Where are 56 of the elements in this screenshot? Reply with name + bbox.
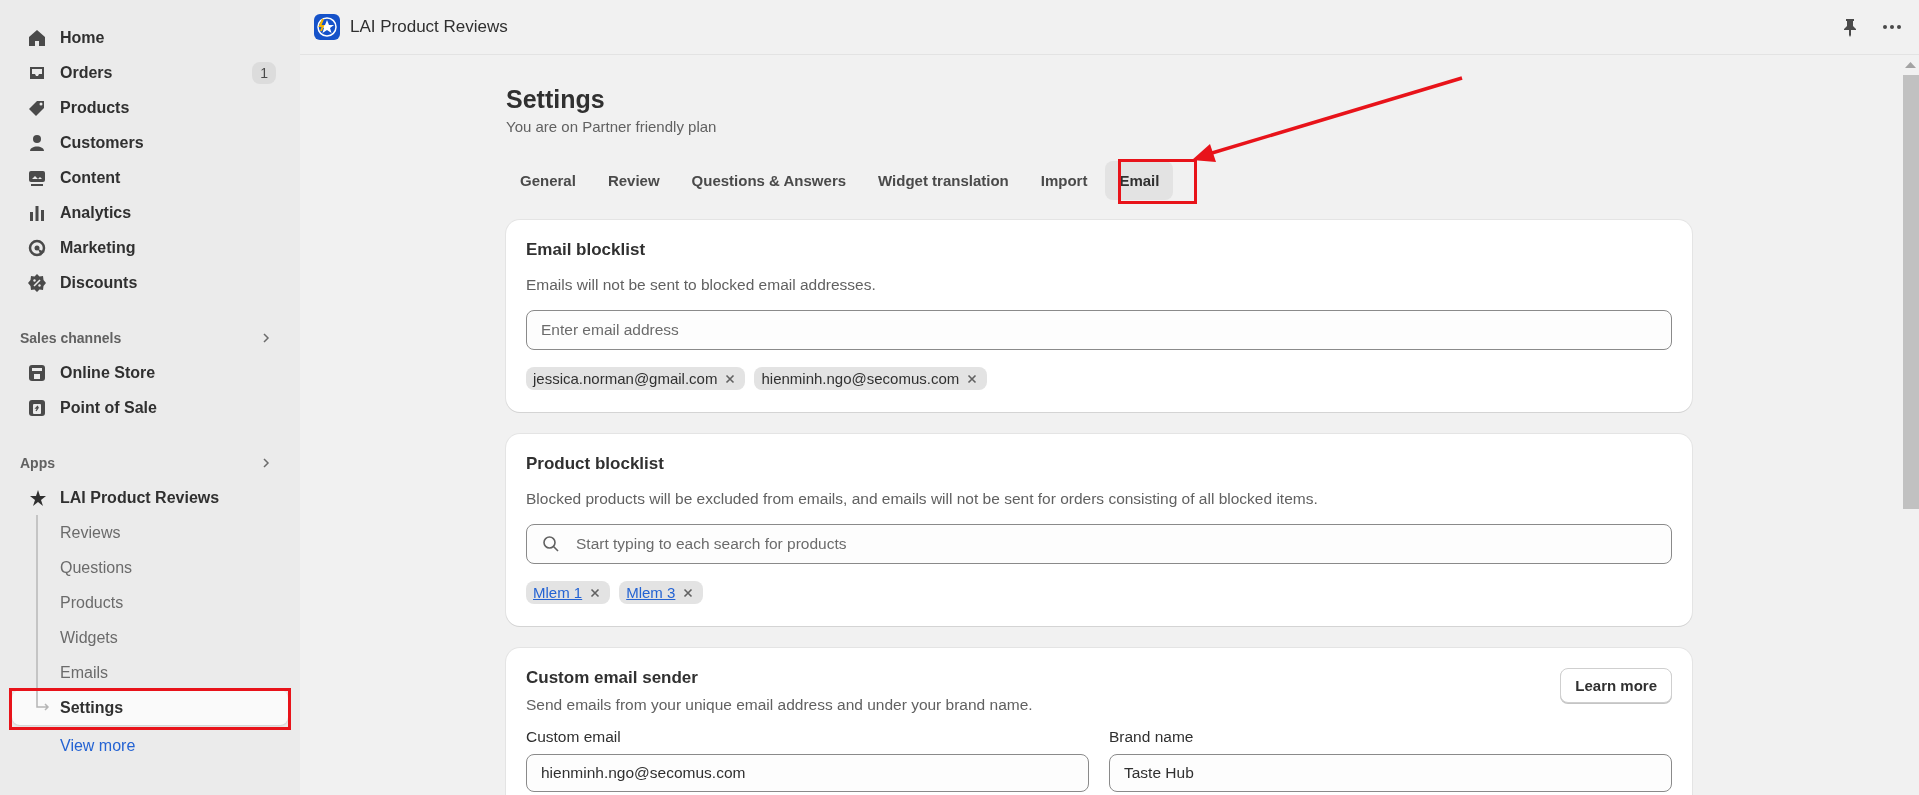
target-icon <box>27 237 47 258</box>
nav-item[interactable]: Online Store <box>12 355 288 390</box>
home-icon <box>27 27 47 48</box>
view-more-link[interactable]: View more <box>60 737 136 755</box>
nav-item[interactable]: Analytics <box>12 195 288 230</box>
section-heading: Apps <box>20 454 55 471</box>
settings-tab[interactable]: Questions & Answers <box>677 161 861 200</box>
person-icon <box>27 132 47 153</box>
plan-subtitle: You are on Partner friendly plan <box>506 118 718 135</box>
app-logo-icon <box>314 14 340 40</box>
chevron-right-icon[interactable] <box>260 331 272 344</box>
product-search-field[interactable]: Start typing to each search for products <box>526 524 1672 564</box>
search-icon <box>542 535 560 553</box>
learn-more-button[interactable]: Learn more <box>1560 668 1672 703</box>
text-input-field[interactable]: hienminh.ngo@secomus.com <box>526 754 1089 792</box>
section-heading: Sales channels <box>20 329 122 346</box>
product-link[interactable]: Mlem 3 <box>626 584 676 601</box>
card-title: Email blocklist <box>526 240 647 260</box>
card-description: Blocked products will be excluded from emails, and emails will not be sent for orders consisting of all blocked items. <box>526 490 1319 508</box>
tag-label: jessica.norman@gmail.com <box>533 370 718 387</box>
card-title: Custom email sender <box>526 668 699 688</box>
sub-nav-item[interactable]: Reviews <box>12 515 288 550</box>
nav-item[interactable]: Content <box>12 160 288 195</box>
app-title: LAI Product Reviews <box>350 17 509 37</box>
nav-item[interactable]: Discounts <box>12 265 288 300</box>
nav-item[interactable]: Home <box>12 20 288 55</box>
nav-item[interactable]: Customers <box>12 125 288 160</box>
email-input-field[interactable]: Enter email address <box>526 310 1672 350</box>
field-label: Custom email <box>526 728 622 746</box>
sub-nav-item[interactable]: Questions <box>12 550 288 585</box>
settings-tab[interactable]: Widget translation <box>864 161 1023 200</box>
sub-nav-item[interactable]: Settings <box>12 690 288 725</box>
card-title: Product blocklist <box>526 454 665 474</box>
settings-tab[interactable]: Review <box>593 161 674 200</box>
sub-nav-item[interactable]: Emails <box>12 655 288 690</box>
text-input-field[interactable]: Taste Hub <box>1109 754 1672 792</box>
page-title: Settings <box>506 85 606 114</box>
tag-label: hienminh.ngo@secomus.com <box>761 370 960 387</box>
nav-item[interactable]: Point of Sale <box>12 390 288 425</box>
sub-nav-item[interactable]: Products <box>12 585 288 620</box>
card-description: Emails will not be sent to blocked email addresses. <box>526 276 877 294</box>
chevron-right-icon[interactable] <box>260 456 272 469</box>
percent-badge-icon <box>27 272 47 293</box>
nav-item[interactable]: Marketing <box>12 230 288 265</box>
settings-tab[interactable]: Email <box>1105 161 1174 200</box>
count-badge: 1 <box>252 61 276 84</box>
app-nav-item[interactable]: LAI Product Reviews <box>12 480 288 515</box>
settings-tab[interactable]: Import <box>1026 161 1102 200</box>
field-label: Brand name <box>1109 728 1195 746</box>
nav-item[interactable]: Products <box>12 90 288 125</box>
branch-arrow-icon <box>36 690 50 712</box>
nav-item[interactable]: Orders 1 <box>12 55 288 90</box>
sub-nav-item[interactable]: Widgets <box>12 620 288 655</box>
settings-tab[interactable]: General <box>506 161 590 200</box>
product-link[interactable]: Mlem 1 <box>533 584 583 601</box>
card-description: Send emails from your unique email address and under your brand name. <box>526 696 1033 714</box>
